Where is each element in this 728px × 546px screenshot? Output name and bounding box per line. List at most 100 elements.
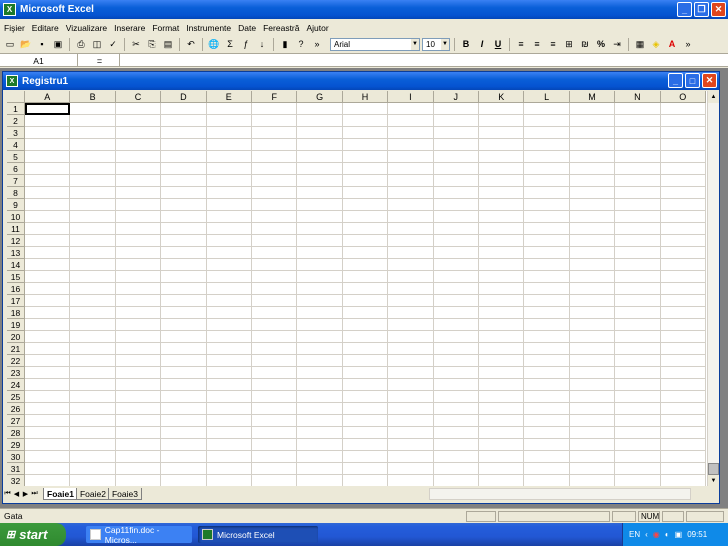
row-header[interactable]: 29 — [7, 439, 25, 451]
scroll-thumb[interactable] — [708, 463, 719, 475]
chart-wizard-icon[interactable]: ▮ — [278, 37, 292, 51]
sort-ascending-icon[interactable]: ↓ — [255, 37, 269, 51]
task-excel[interactable]: Microsoft Excel — [198, 526, 318, 543]
formula-equals-icon[interactable]: = — [80, 54, 120, 67]
merge-center-icon[interactable]: ⊞ — [562, 37, 576, 51]
row-header[interactable]: 20 — [7, 331, 25, 343]
row-header[interactable]: 24 — [7, 379, 25, 391]
currency-icon[interactable]: ₪ — [578, 37, 592, 51]
undo-icon[interactable]: ↶ — [184, 37, 198, 51]
column-header[interactable]: A — [25, 91, 71, 103]
row-header[interactable]: 12 — [7, 235, 25, 247]
align-right-icon[interactable]: ≡ — [546, 37, 560, 51]
column-header[interactable]: M — [569, 91, 616, 103]
row-header[interactable]: 15 — [7, 271, 25, 283]
row-header[interactable]: 19 — [7, 319, 25, 331]
row-header[interactable]: 3 — [7, 127, 25, 139]
start-button[interactable]: ⊞ start — [0, 523, 66, 546]
scroll-down-icon[interactable]: ▼ — [708, 475, 719, 486]
column-header[interactable]: D — [161, 91, 207, 103]
row-header[interactable]: 9 — [7, 199, 25, 211]
row-header[interactable]: 22 — [7, 355, 25, 367]
row-header[interactable]: 1 — [7, 103, 25, 115]
sheet-tab-foaie3[interactable]: Foaie3 — [107, 488, 142, 500]
network-icon[interactable]: ▣ — [675, 530, 683, 539]
column-header[interactable]: I — [388, 91, 434, 103]
row-header[interactable]: 17 — [7, 295, 25, 307]
row-header[interactable]: 6 — [7, 163, 25, 175]
row-header[interactable]: 31 — [7, 463, 25, 475]
menu-fereastra[interactable]: Fereastră — [263, 23, 299, 33]
horizontal-scrollbar[interactable] — [429, 488, 691, 500]
align-center-icon[interactable]: ≡ — [530, 37, 544, 51]
percent-icon[interactable]: % — [594, 37, 608, 51]
menu-ajutor[interactable]: Ajutor — [306, 23, 328, 33]
row-header[interactable]: 25 — [7, 391, 25, 403]
close-button[interactable]: ✕ — [711, 2, 726, 17]
column-header[interactable]: G — [297, 91, 343, 103]
column-header[interactable]: F — [252, 91, 298, 103]
paste-icon[interactable]: ▤ — [161, 37, 175, 51]
fill-color-icon[interactable]: ◈ — [649, 37, 663, 51]
column-header[interactable]: C — [115, 91, 162, 103]
borders-icon[interactable]: ▦ — [633, 37, 647, 51]
row-header[interactable]: 13 — [7, 247, 25, 259]
column-header[interactable]: N — [615, 91, 661, 103]
volume-icon[interactable]: ◐ — [665, 530, 670, 539]
menu-inserare[interactable]: Inserare — [114, 23, 145, 33]
font-color-icon[interactable]: A — [665, 37, 679, 51]
restore-button[interactable]: ❐ — [694, 2, 709, 17]
open-icon[interactable]: 📂 — [19, 37, 33, 51]
bold-icon[interactable]: B — [459, 37, 473, 51]
row-header[interactable]: 26 — [7, 403, 25, 415]
menu-format[interactable]: Format — [152, 23, 179, 33]
row-header[interactable]: 7 — [7, 175, 25, 187]
name-box[interactable]: A1 — [0, 54, 78, 67]
sheet-tab-foaie2[interactable]: Foaie2 — [75, 488, 110, 500]
italic-icon[interactable]: I — [475, 37, 489, 51]
prev-sheet-icon[interactable]: ◀ — [12, 489, 21, 500]
first-sheet-icon[interactable]: ⏮ — [3, 489, 12, 500]
permission-icon[interactable]: ▣ — [51, 37, 65, 51]
column-header[interactable]: E — [206, 91, 252, 103]
column-header[interactable]: H — [342, 91, 389, 103]
antivirus-icon[interactable]: ◉ — [653, 530, 660, 539]
row-header[interactable]: 11 — [7, 223, 25, 235]
column-header[interactable]: B — [70, 91, 116, 103]
menu-instrumente[interactable]: Instrumente — [186, 23, 231, 33]
workbook-close-button[interactable]: ✕ — [702, 73, 717, 88]
workbook-maximize-button[interactable]: □ — [685, 73, 700, 88]
hyperlink-icon[interactable]: 🌐 — [207, 37, 221, 51]
row-header[interactable]: 8 — [7, 187, 25, 199]
column-header[interactable]: O — [660, 91, 706, 103]
print-preview-icon[interactable]: ◫ — [90, 37, 104, 51]
indent-icon[interactable]: ⇥ — [610, 37, 624, 51]
row-header[interactable]: 18 — [7, 307, 25, 319]
autosum-icon[interactable]: Σ — [223, 37, 237, 51]
row-header[interactable]: 21 — [7, 343, 25, 355]
font-name-combo[interactable]: Arial ▼ — [330, 37, 420, 51]
vertical-scrollbar[interactable]: ▲ ▼ — [707, 91, 719, 486]
column-header[interactable]: L — [524, 91, 570, 103]
sheet-tab-foaie1[interactable]: Foaie1 — [43, 488, 78, 500]
row-header[interactable]: 28 — [7, 427, 25, 439]
more-icon[interactable]: » — [310, 37, 324, 51]
menu-fisier[interactable]: Fişier — [4, 23, 25, 33]
row-header[interactable]: 23 — [7, 367, 25, 379]
help-icon[interactable]: ? — [294, 37, 308, 51]
next-sheet-icon[interactable]: ▶ — [21, 489, 30, 500]
font-size-combo[interactable]: 10 ▼ — [422, 37, 450, 51]
row-header[interactable]: 10 — [7, 211, 25, 223]
column-header[interactable]: K — [479, 91, 525, 103]
new-icon[interactable]: ▭ — [3, 37, 17, 51]
active-cell[interactable] — [25, 103, 71, 115]
align-left-icon[interactable]: ≡ — [514, 37, 528, 51]
toolbar-options-icon[interactable]: » — [681, 37, 695, 51]
row-header[interactable]: 14 — [7, 259, 25, 271]
row-header[interactable]: 2 — [7, 115, 25, 127]
menu-editare[interactable]: Editare — [32, 23, 59, 33]
row-header[interactable]: 4 — [7, 139, 25, 151]
row-header[interactable]: 5 — [7, 151, 25, 163]
tray-arrow-icon[interactable]: ‹ — [645, 530, 648, 539]
spelling-icon[interactable]: ✓ — [106, 37, 120, 51]
